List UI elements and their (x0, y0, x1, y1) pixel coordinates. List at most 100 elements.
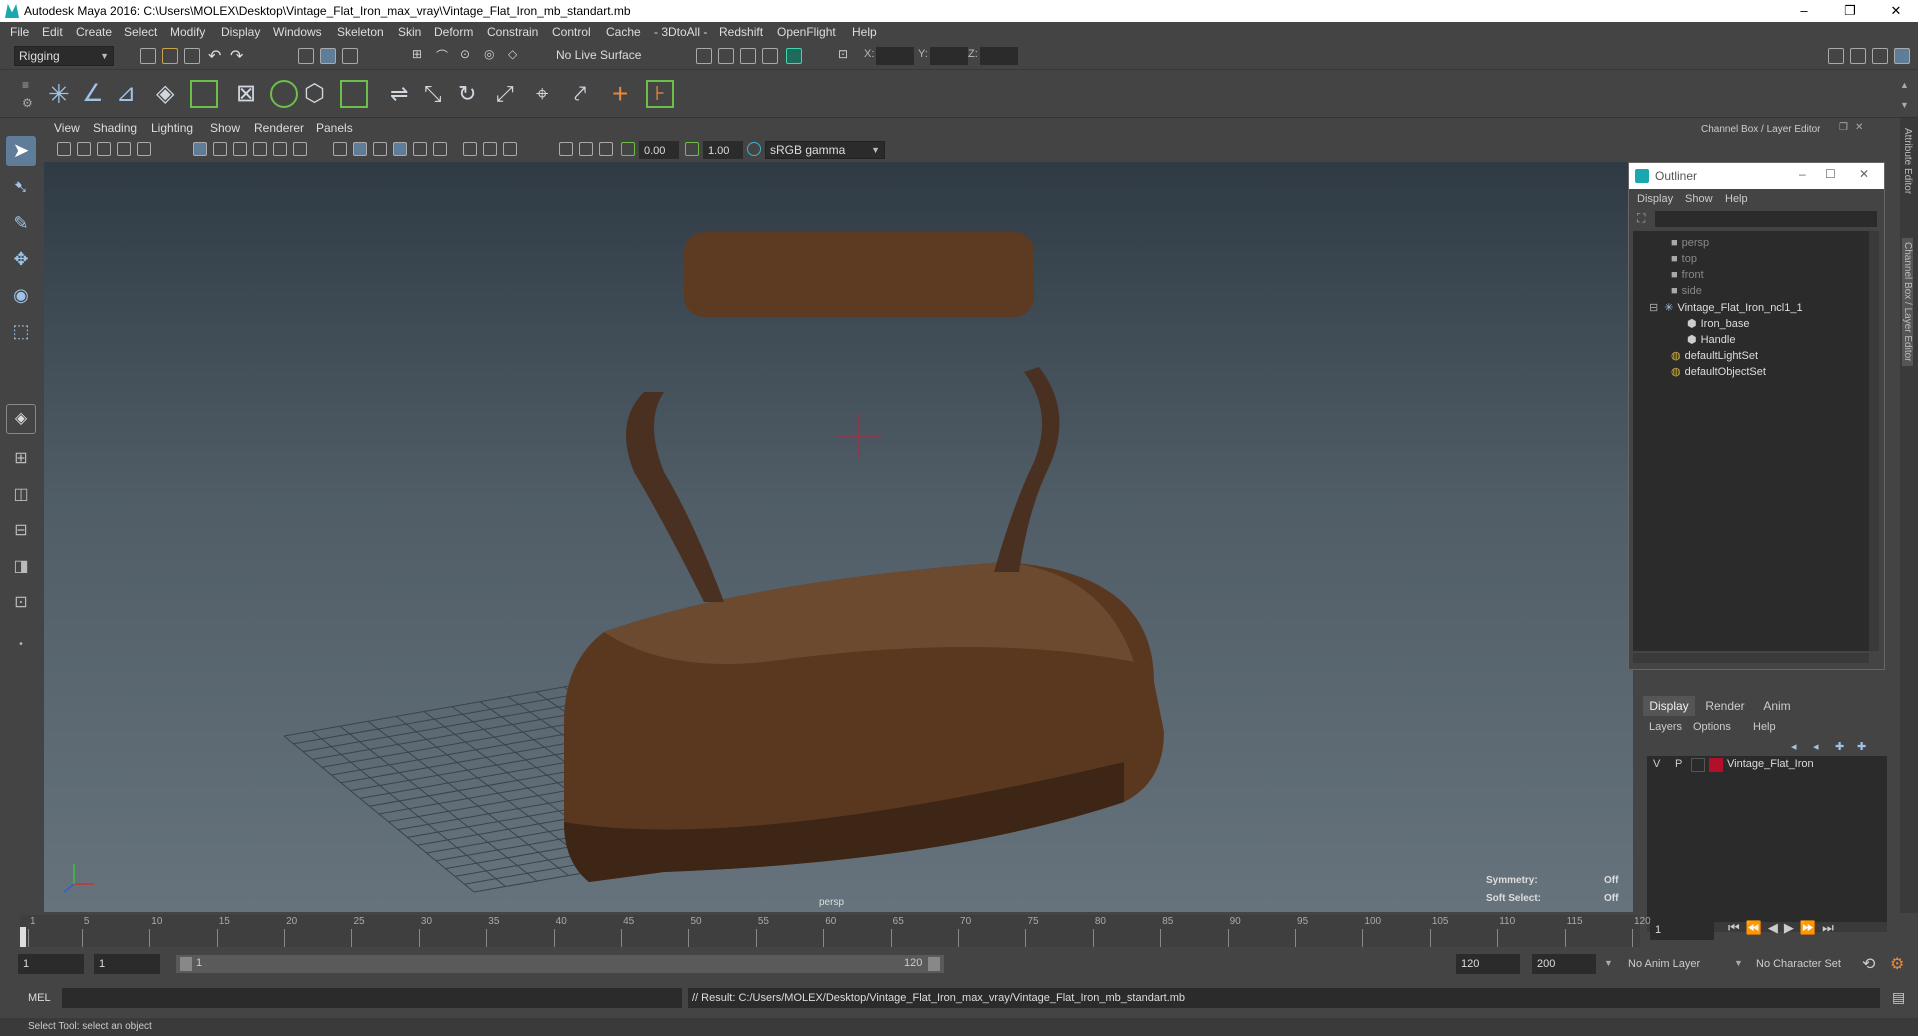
chevron-down-icon[interactable]: ▼ (1604, 958, 1613, 968)
select-camera-icon[interactable] (57, 142, 71, 156)
snap-point-icon[interactable]: ⊙ (460, 47, 478, 65)
smooth-shade-icon[interactable] (353, 142, 367, 156)
layer-playback-toggle[interactable]: P (1675, 758, 1682, 770)
outliner-menu-show[interactable]: Show (1685, 193, 1713, 205)
outliner-item-side[interactable]: ■ side (1671, 285, 1702, 297)
select-object-icon[interactable] (320, 48, 336, 64)
go-to-end-icon[interactable]: ⏭ (1822, 920, 1840, 935)
color-management-icon[interactable] (747, 142, 761, 156)
cluster-icon[interactable]: ⊠ (236, 80, 264, 108)
new-layer-selected-icon[interactable]: ✚ (1857, 740, 1866, 753)
layer-state-box[interactable] (1691, 758, 1705, 772)
tab-anim[interactable]: Anim (1753, 696, 1801, 716)
go-to-start-icon[interactable]: ⏮ (1728, 920, 1746, 935)
resolution-gate-icon[interactable] (233, 142, 247, 156)
gate-mask-icon[interactable] (253, 142, 267, 156)
input-mode-icon[interactable]: ⊡ (838, 47, 856, 65)
menu-edit[interactable]: Edit (42, 25, 63, 39)
vp-menu-panels[interactable]: Panels (316, 121, 353, 135)
redo-icon[interactable]: ↷ (230, 46, 248, 65)
vp-menu-view[interactable]: View (54, 121, 80, 135)
render-frame-icon[interactable] (696, 48, 712, 64)
textured-icon[interactable] (393, 142, 407, 156)
playback-end-field[interactable]: 120 (1456, 954, 1520, 974)
exposure-field[interactable]: 0.00 (639, 141, 679, 159)
menu-select[interactable]: Select (124, 25, 157, 39)
minimize-button[interactable]: – (1784, 2, 1824, 20)
command-language-label[interactable]: MEL (28, 992, 51, 1004)
step-forward-icon[interactable]: ⏩ (1800, 920, 1822, 935)
xray-icon[interactable] (463, 142, 477, 156)
close-panel-icon[interactable]: ✕ (1855, 122, 1863, 133)
end-time-field[interactable]: 200 (1532, 954, 1596, 974)
menu-cache[interactable]: Cache (606, 25, 641, 39)
play-forward-icon[interactable]: ▶ (1784, 920, 1800, 935)
use-lights-icon[interactable] (413, 142, 427, 156)
menu-modify[interactable]: Modify (170, 25, 205, 39)
menu-control[interactable]: Control (552, 25, 591, 39)
outliner-item-persp[interactable]: ■ persp (1671, 237, 1709, 249)
ipr-render-icon[interactable] (718, 48, 734, 64)
shelf-scroll-up-icon[interactable]: ▲ (1900, 80, 1909, 90)
menu-openflight[interactable]: OpenFlight (777, 25, 836, 39)
outliner-item-default-object-set[interactable]: ◍ defaultObjectSet (1671, 365, 1766, 378)
tool-settings-icon[interactable] (1872, 48, 1888, 64)
maximize-button[interactable]: ❐ (1830, 2, 1870, 20)
blend-shape-icon[interactable] (270, 80, 298, 108)
exposure-icon[interactable] (621, 142, 635, 156)
bind-skin-icon[interactable]: ◈ (156, 80, 184, 108)
move-layer-up-icon[interactable]: ◂ (1791, 740, 1797, 753)
wireframe-icon[interactable] (333, 142, 347, 156)
current-time-marker[interactable] (20, 927, 26, 947)
lasso-tool-icon[interactable]: ➷ (6, 172, 36, 202)
outliner-close-icon[interactable]: ✕ (1859, 167, 1869, 181)
image-plane-icon[interactable] (117, 142, 131, 156)
wireframe-on-shaded-icon[interactable] (373, 142, 387, 156)
snap-grid-icon[interactable]: ⊞ (412, 47, 430, 65)
safe-title-icon[interactable] (293, 142, 307, 156)
close-button[interactable]: ✕ (1876, 2, 1916, 20)
locator-icon[interactable]: + (612, 80, 640, 108)
shelf-scroll-down-icon[interactable]: ▼ (1900, 100, 1909, 110)
outliner-search-input[interactable] (1655, 211, 1877, 227)
anim-layer-dropdown[interactable]: No Anim Layer (1628, 958, 1700, 970)
new-scene-icon[interactable] (140, 48, 156, 64)
playback-start-field[interactable]: 1 (94, 954, 160, 974)
outliner-item-handle[interactable]: ⬢ Handle (1687, 333, 1735, 346)
scale-tool-icon[interactable]: ⬚ (6, 316, 36, 346)
menu-display[interactable]: Display (221, 25, 260, 39)
outliner-item-default-light-set[interactable]: ◍ defaultLightSet (1671, 349, 1758, 362)
current-frame-field[interactable]: 1 (1650, 920, 1714, 940)
live-surface-field[interactable]: No Live Surface (552, 46, 656, 66)
x-field[interactable] (876, 47, 914, 65)
field-chart-icon[interactable] (273, 142, 287, 156)
tab-channel-box[interactable]: Channel Box / Layer Editor (1902, 238, 1913, 366)
channel-box-toggle-icon[interactable] (1894, 48, 1910, 64)
bookmark-icon[interactable] (97, 142, 111, 156)
menu-redshift[interactable]: Redshift (719, 25, 763, 39)
chevron-down-icon[interactable]: ▼ (1734, 958, 1743, 968)
wrap-icon[interactable] (340, 80, 368, 108)
menu-skeleton[interactable]: Skeleton (337, 25, 384, 39)
snap-view-icon[interactable]: ◎ (484, 47, 502, 65)
modeling-toolkit-icon[interactable] (1828, 48, 1844, 64)
two-view-side-icon[interactable]: ◫ (6, 480, 36, 510)
outliner-item-top[interactable]: ■ top (1671, 253, 1697, 265)
menu-windows[interactable]: Windows (273, 25, 322, 39)
new-layer-icon[interactable]: ✚ (1835, 740, 1844, 753)
ssao-icon[interactable] (559, 142, 573, 156)
outliner-item-front[interactable]: ■ front (1671, 269, 1704, 281)
vp-menu-shading[interactable]: Shading (93, 121, 137, 135)
script-editor-icon[interactable]: ▤ (1892, 989, 1905, 1006)
tab-display[interactable]: Display (1643, 696, 1695, 716)
outliner-item-group[interactable]: ⊟ ✳ Vintage_Flat_Iron_ncl1_1 (1649, 301, 1803, 314)
point-constraint-icon[interactable]: ⤡ (424, 80, 452, 108)
y-field[interactable] (930, 47, 968, 65)
snap-surface-icon[interactable]: ◇ (508, 47, 526, 65)
save-scene-icon[interactable] (184, 48, 200, 64)
menu-3dtoall[interactable]: - 3DtoAll - (654, 25, 707, 39)
menu-constrain[interactable]: Constrain (487, 25, 538, 39)
tab-render[interactable]: Render (1699, 696, 1751, 716)
menu-deform[interactable]: Deform (434, 25, 473, 39)
float-panel-icon[interactable]: ❐ (1839, 122, 1848, 133)
